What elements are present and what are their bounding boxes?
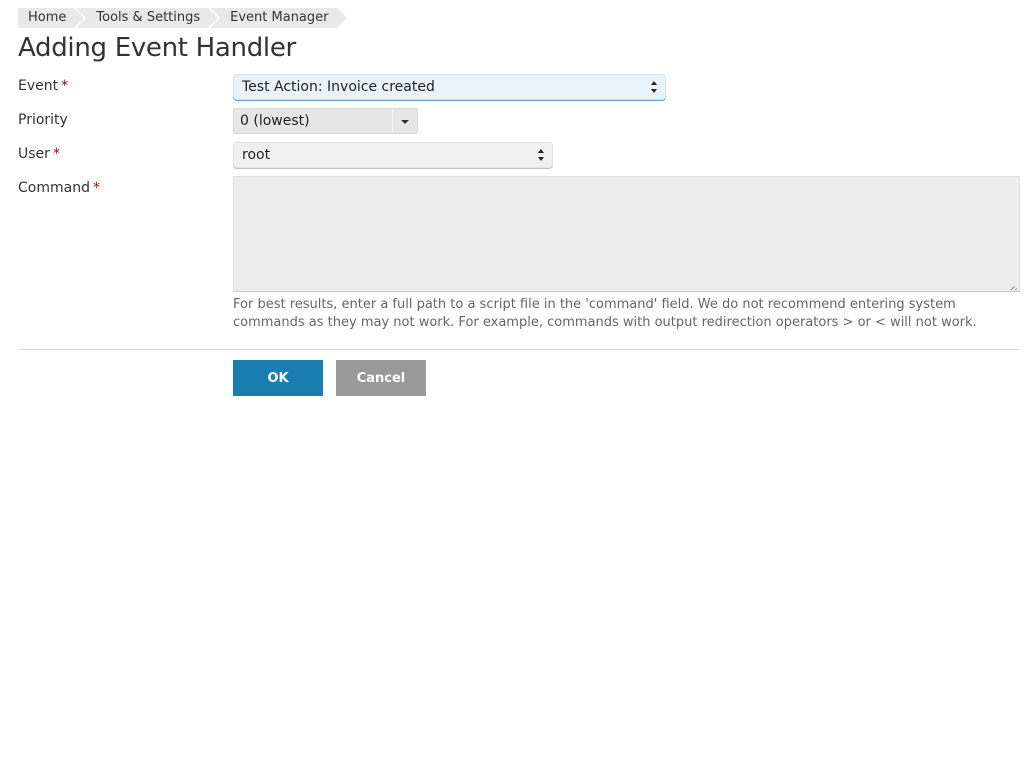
- form-divider: [18, 349, 1020, 350]
- priority-label: Priority: [18, 111, 68, 129]
- priority-label-text: Priority: [18, 112, 68, 128]
- breadcrumb-event-manager[interactable]: Event Manager: [210, 8, 347, 28]
- event-label-text: Event: [18, 78, 59, 94]
- command-textarea[interactable]: [233, 176, 1020, 292]
- select-arrows-icon: [538, 148, 546, 162]
- event-select-value: Test Action: Invoice created: [242, 79, 435, 95]
- breadcrumb: Home Tools & Settings Event Manager: [18, 8, 349, 28]
- event-label: Event *: [18, 77, 68, 95]
- page-title: Adding Event Handler: [18, 33, 296, 63]
- user-select[interactable]: root: [233, 142, 553, 168]
- priority-select-value: 0 (lowest): [240, 113, 310, 129]
- event-select[interactable]: Test Action: Invoice created: [233, 74, 666, 100]
- breadcrumb-tools-settings[interactable]: Tools & Settings: [76, 8, 218, 28]
- chevron-down-icon: [392, 109, 417, 133]
- user-select-value: root: [242, 147, 271, 163]
- command-hint: For best results, enter a full path to a…: [233, 297, 977, 330]
- command-label: Command *: [18, 179, 100, 197]
- priority-select[interactable]: 0 (lowest): [233, 108, 418, 134]
- select-arrows-icon: [651, 80, 659, 94]
- cancel-button[interactable]: Cancel: [336, 360, 426, 396]
- resize-grip-icon[interactable]: [1008, 280, 1018, 290]
- event-required-mark: *: [61, 78, 69, 94]
- command-label-text: Command: [18, 180, 90, 196]
- user-label-text: User: [18, 146, 50, 162]
- user-required-mark: *: [52, 146, 60, 162]
- command-required-mark: *: [92, 180, 100, 196]
- user-label: User *: [18, 145, 60, 163]
- breadcrumb-home[interactable]: Home: [18, 8, 85, 28]
- ok-button[interactable]: OK: [233, 360, 323, 396]
